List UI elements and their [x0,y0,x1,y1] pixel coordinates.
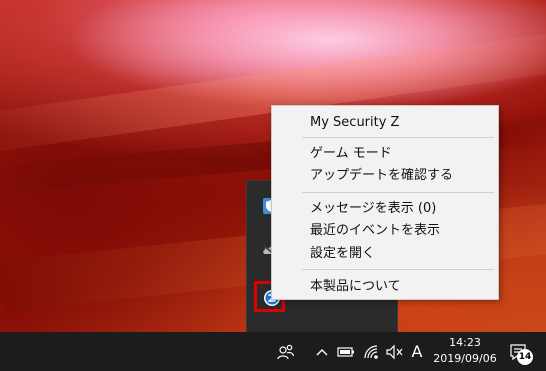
menu-separator [302,269,494,270]
context-menu: My Security Z ゲーム モード アップデートを確認する メッセージを… [271,105,499,300]
menu-item-game-mode[interactable]: ゲーム モード [272,143,498,165]
battery-icon[interactable] [336,342,356,362]
taskbar-clock[interactable]: 14:23 2019/09/06 [430,335,500,367]
taskbar: A 14:23 2019/09/06 14 [0,332,546,371]
speaker-muted-icon[interactable] [384,342,404,362]
menu-item-check-update[interactable]: アップデートを確認する [272,165,498,187]
clock-time: 14:23 [449,336,481,349]
menu-separator [302,137,494,138]
menu-item-show-messages[interactable]: メッセージを表示 (0) [272,198,498,220]
menu-item-about[interactable]: 本製品について [272,276,498,298]
menu-separator [302,192,494,193]
menu-item-open-settings[interactable]: 設定を開く [272,243,498,265]
menu-item-my-security-z[interactable]: My Security Z [272,112,498,134]
menu-item-recent-events[interactable]: 最近のイベントを表示 [272,220,498,242]
clock-date: 2019/09/06 [433,352,497,365]
notification-count-badge: 14 [517,349,533,365]
wifi-icon[interactable] [361,342,381,362]
chevron-up-icon[interactable] [312,342,332,362]
people-icon[interactable] [276,342,296,362]
ime-indicator[interactable]: A [407,342,427,362]
